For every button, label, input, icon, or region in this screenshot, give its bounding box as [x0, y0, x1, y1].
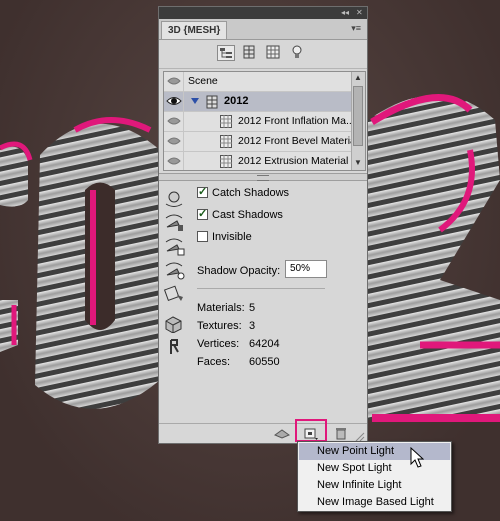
materials-value: 5 — [249, 302, 256, 314]
textures-label: Textures: — [197, 320, 242, 332]
splitter-grip-icon[interactable] — [257, 175, 269, 181]
object-pan-tool-icon[interactable] — [163, 237, 185, 257]
textures-value: 3 — [249, 320, 256, 332]
catch-shadows-label: Catch Shadows — [212, 187, 290, 199]
list-item-material[interactable]: 2012 Extrusion Material — [164, 152, 354, 170]
panel-splitter[interactable] — [159, 173, 367, 181]
vertices-value: 64204 — [249, 338, 280, 350]
separator — [197, 288, 325, 289]
light-filter-icon[interactable] — [289, 45, 307, 61]
scroll-down-icon[interactable]: ▼ — [354, 158, 362, 167]
menu-item-new-spot-light[interactable]: New Spot Light — [299, 460, 450, 477]
material-filter-icon[interactable] — [265, 45, 283, 61]
paint-bucket-tool-icon[interactable] — [163, 285, 185, 305]
list-item-material[interactable]: 2012 Front Bevel Material — [164, 132, 358, 152]
scrollbar-thumb[interactable] — [353, 86, 363, 146]
list-item-2012-mesh[interactable]: 2012 — [164, 92, 354, 112]
filter-toolbar — [159, 40, 367, 69]
toggle-extras-icon[interactable] — [163, 337, 185, 357]
vertices-label: Vertices: — [197, 338, 240, 350]
cast-shadows-label: Cast Shadows — [212, 209, 283, 221]
menu-item-new-infinite-light[interactable]: New Infinite Light — [299, 477, 450, 494]
tab-3d-mesh[interactable]: 3D {MESH} — [161, 21, 228, 39]
vertices-stat: Vertices: 64204 — [197, 338, 280, 350]
list-item-label: 2012 Extrusion Material — [238, 155, 349, 167]
materials-label: Materials: — [197, 302, 245, 314]
checkbox-box[interactable] — [197, 207, 208, 220]
cast-shadows-checkbox[interactable]: Cast Shadows — [197, 207, 283, 225]
new-light-menu: New Point Light New Spot Light New Infin… — [297, 441, 452, 512]
material-icon — [220, 115, 232, 131]
faces-stat: Faces: 60550 — [197, 356, 280, 368]
panel-tab-row: 3D {MESH} ▾≡ — [159, 19, 367, 40]
mouse-cursor-icon — [410, 446, 425, 472]
scene-filter-icon[interactable] — [217, 45, 235, 61]
list-scrollbar[interactable]: ▲ ▼ — [351, 72, 365, 170]
new-light-highlight — [295, 419, 327, 442]
panel-menu-icon[interactable]: ▾≡ — [351, 23, 361, 34]
eye-icon — [166, 97, 182, 105]
menu-item-new-image-based-light[interactable]: New Image Based Light — [299, 494, 450, 511]
list-item-label: 2012 — [224, 95, 249, 107]
list-item-scene[interactable]: Scene — [164, 72, 354, 92]
visibility-toggle[interactable] — [164, 132, 184, 151]
object-roll-tool-icon[interactable] — [163, 213, 185, 233]
3d-panel: ◂◂ ✕ 3D {MESH} ▾≡ Scene 2012 2012 Front … — [158, 6, 368, 444]
list-item-material[interactable]: 2012 Front Inflation Ma... — [164, 112, 355, 132]
faces-label: Faces: — [197, 356, 231, 368]
close-icon[interactable]: ✕ — [356, 8, 363, 18]
invisible-label: Invisible — [212, 231, 252, 243]
mesh-icon — [206, 95, 218, 112]
scroll-up-icon[interactable]: ▲ — [354, 73, 362, 82]
visibility-toggle[interactable] — [164, 112, 184, 131]
visibility-toggle[interactable] — [164, 92, 184, 111]
object-slide-tool-icon[interactable] — [163, 261, 185, 281]
checkbox-box[interactable] — [197, 231, 208, 242]
checkbox-box[interactable] — [197, 185, 208, 198]
panel-title-strip: ◂◂ ✕ — [159, 7, 367, 19]
list-item-label: 2012 Front Bevel Material — [238, 135, 359, 147]
list-item-label: 2012 Front Inflation Ma... — [238, 115, 355, 127]
list-item-label: Scene — [188, 75, 218, 87]
faces-value: 60550 — [249, 356, 280, 368]
object-rotate-tool-icon[interactable] — [163, 189, 185, 209]
collapse-icon[interactable]: ◂◂ — [341, 8, 349, 18]
mesh-filter-icon[interactable] — [241, 45, 259, 61]
visibility-toggle[interactable] — [164, 72, 184, 91]
invisible-checkbox[interactable]: Invisible — [197, 231, 252, 247]
3d-axis-icon[interactable] — [163, 313, 185, 334]
materials-stat: Materials: 5 — [197, 302, 255, 314]
textures-stat: Textures: 3 — [197, 320, 255, 332]
catch-shadows-checkbox[interactable]: Catch Shadows — [197, 185, 290, 203]
scene-layer-list: Scene 2012 2012 Front Inflation Ma... 20… — [163, 71, 366, 171]
shadow-opacity-input[interactable]: 50% — [285, 260, 327, 278]
toggle-ground-plane-icon[interactable] — [273, 427, 291, 442]
material-icon — [220, 155, 232, 170]
visibility-toggle[interactable] — [164, 152, 184, 170]
expand-triangle-icon[interactable] — [190, 96, 200, 109]
material-icon — [220, 135, 232, 151]
menu-item-new-point-light[interactable]: New Point Light — [299, 443, 450, 460]
shadow-opacity-label: Shadow Opacity: — [197, 265, 281, 277]
